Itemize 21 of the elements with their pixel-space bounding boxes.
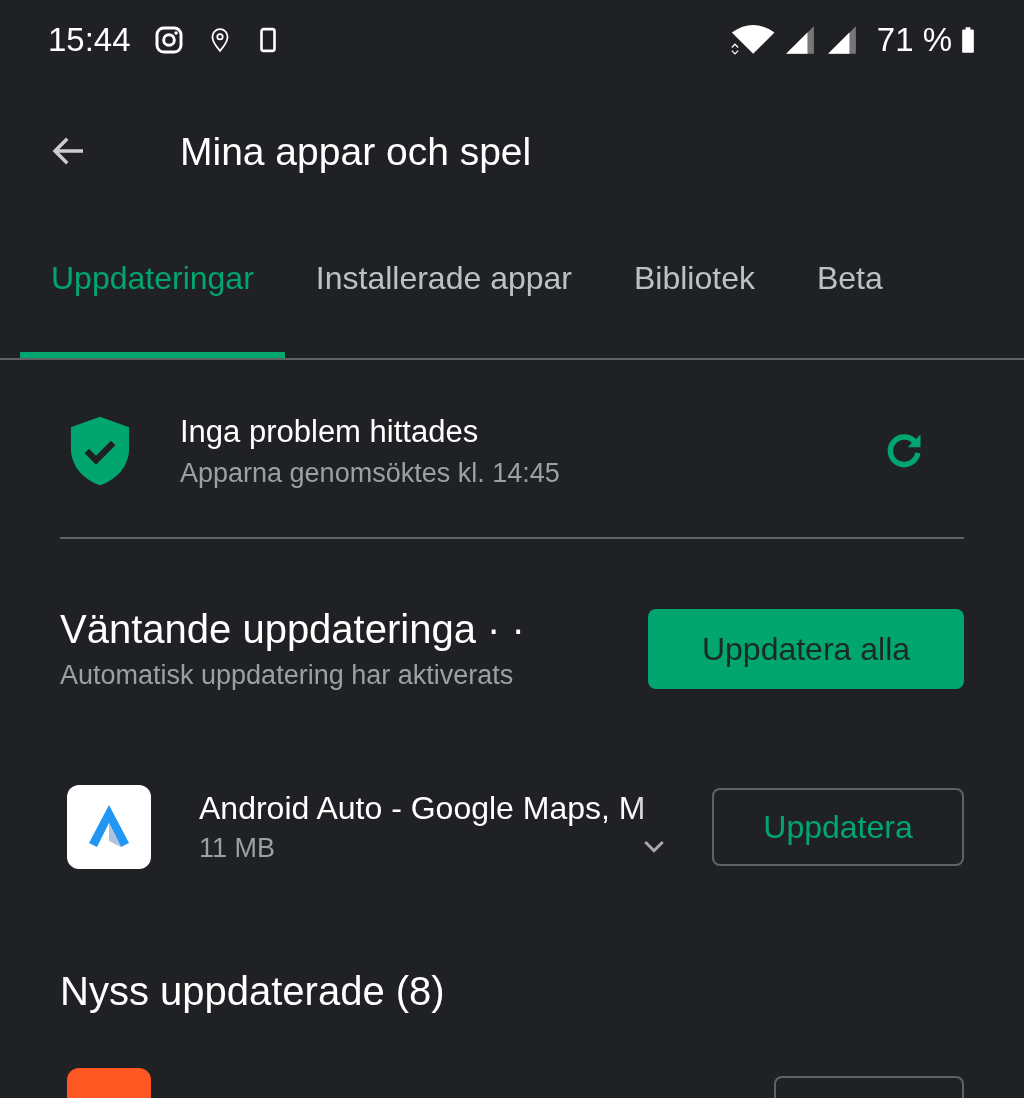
tab[interactable]: Bibliotek — [602, 238, 786, 358]
section-title: Väntande uppdateringa · · — [60, 607, 525, 652]
section-subtitle: Automatisk uppdatering har aktiverats — [60, 660, 515, 691]
app-icon — [67, 785, 151, 869]
scan-time: Apparna genomsöktes kl. 14:45 — [180, 457, 561, 489]
app-icon — [67, 1068, 151, 1098]
status-title: Inga problem hittades — [180, 413, 480, 450]
app-size: 11 MB — [199, 833, 276, 864]
clock: 15:44 — [48, 21, 131, 59]
tab[interactable]: Uppdateringar — [20, 238, 285, 358]
page-title: Mina appar och spel — [180, 130, 532, 174]
battery-level: 71 % — [876, 21, 952, 59]
section-title: Nyss uppdaterade (8) — [59, 968, 446, 1014]
app-name: Android Auto - Google Maps, M — [199, 790, 647, 827]
update-button[interactable] — [774, 1076, 964, 1098]
tab[interactable]: Beta — [785, 238, 914, 358]
update-button[interactable]: Uppdatera — [712, 788, 964, 866]
shield-check-icon — [68, 414, 132, 488]
tab[interactable]: Installerade appar — [284, 238, 603, 358]
update-all-button[interactable]: Uppdatera alla — [648, 609, 964, 689]
battery-icon — [960, 26, 976, 54]
